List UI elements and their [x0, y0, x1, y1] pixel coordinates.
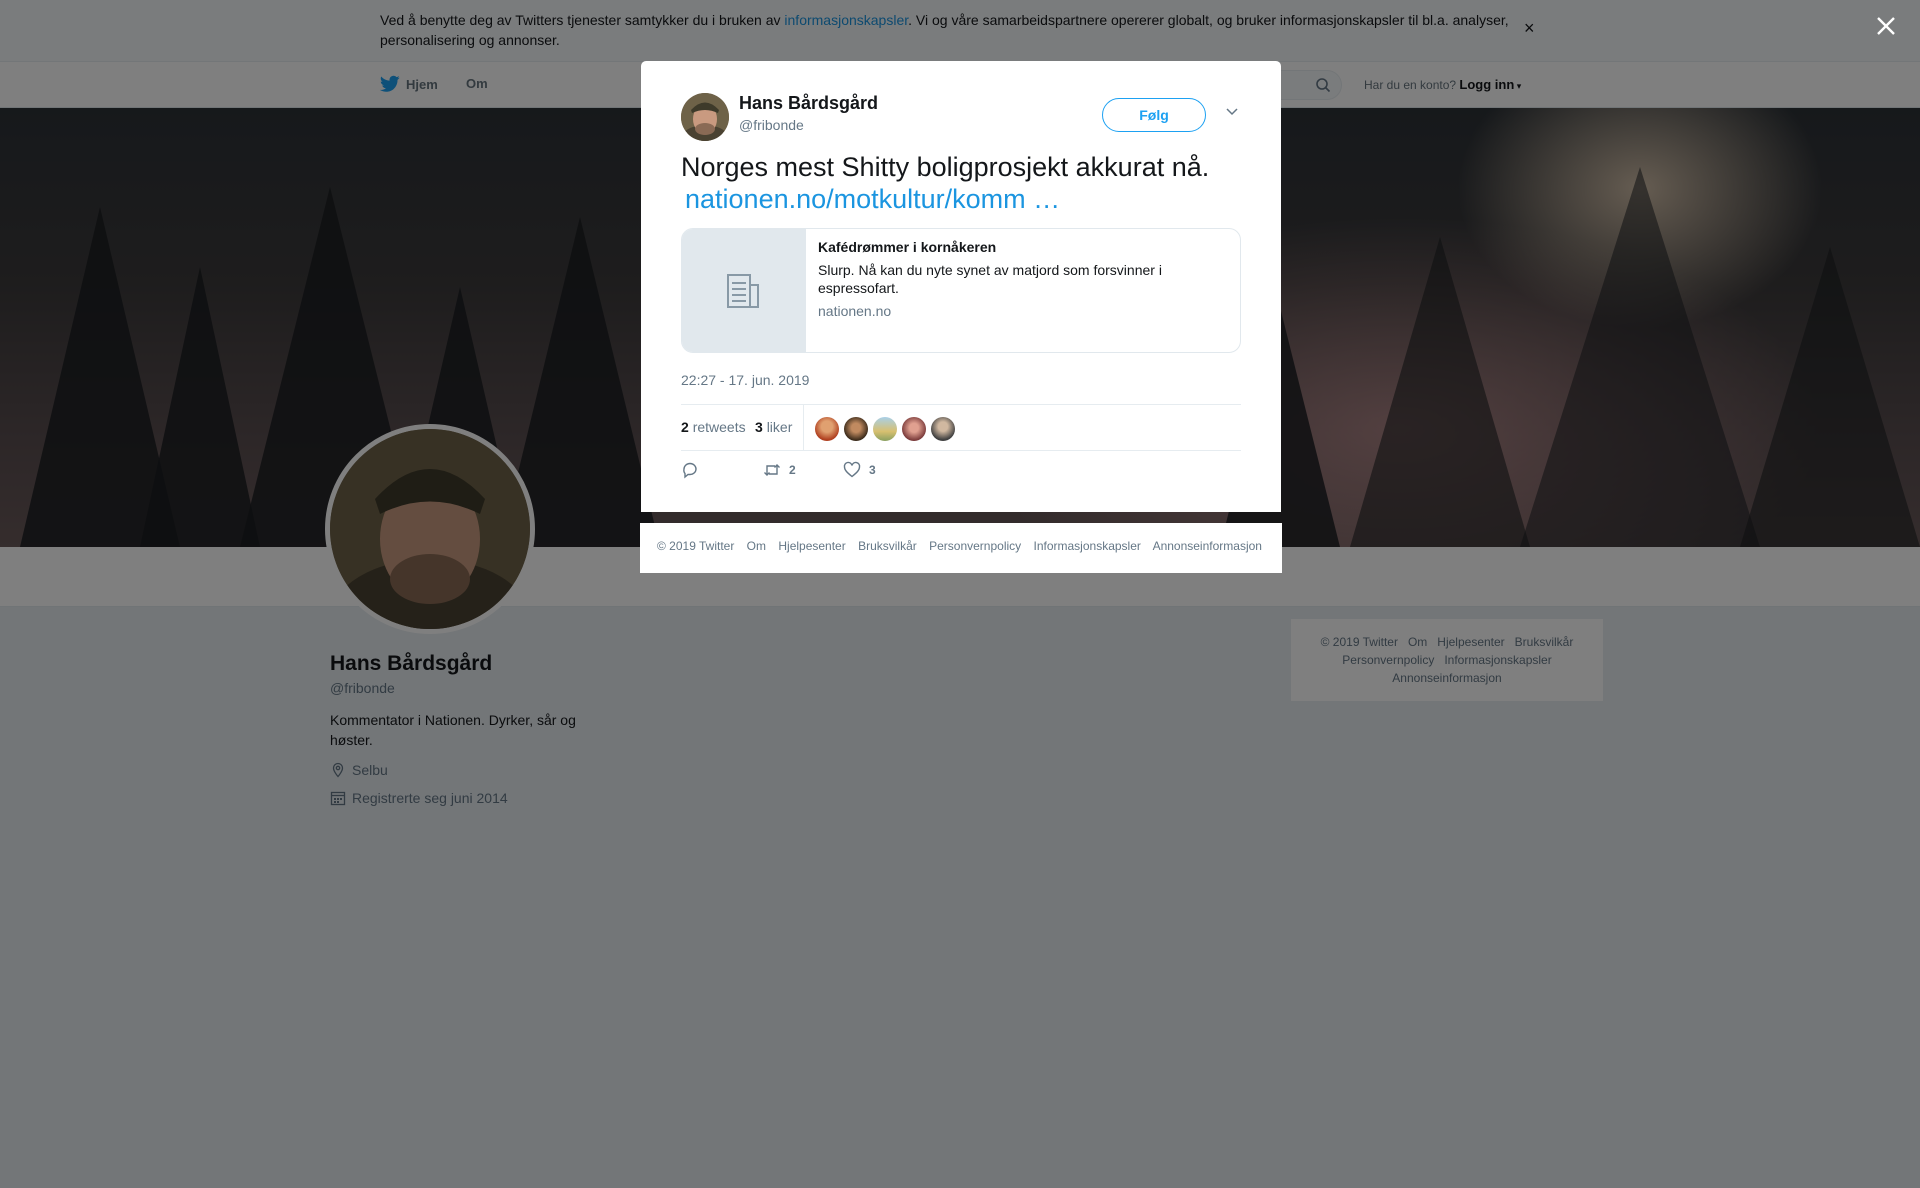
card-description: Slurp. Nå kan du nyte synet av matjord s… — [818, 262, 1162, 296]
modal-footer-copyright: © 2019 Twitter — [657, 539, 735, 553]
tweet-timestamp[interactable]: 22:27 - 17. jun. 2019 — [681, 372, 809, 388]
liker-avatar[interactable] — [931, 417, 955, 441]
retweet-action-count: 2 — [789, 463, 796, 477]
modal-footer-about-link[interactable]: Om — [747, 539, 766, 553]
tweet-author-name[interactable]: Hans Bårdsgård — [739, 93, 878, 114]
tweet-author-handle[interactable]: @fribonde — [739, 117, 804, 133]
close-icon[interactable] — [1874, 14, 1898, 38]
liker-avatar[interactable] — [815, 417, 839, 441]
modal-footer-ads-link[interactable]: Annonseinformasjon — [1153, 539, 1262, 553]
liker-avatar[interactable] — [902, 417, 926, 441]
modal-footer-terms-link[interactable]: Bruksvilkår — [858, 539, 917, 553]
retweets-stat[interactable]: 2 retweets — [681, 419, 746, 435]
article-icon — [727, 274, 759, 308]
liker-avatar[interactable] — [844, 417, 868, 441]
author-avatar-image — [681, 93, 729, 141]
chevron-down-icon[interactable] — [1225, 105, 1239, 119]
card-title: Kafédrømmer i kornåkeren — [818, 239, 997, 255]
retweet-button[interactable]: 2 — [763, 461, 796, 479]
tweet-link[interactable]: nationen.no/motkultur/komm … — [685, 184, 1060, 214]
reply-button[interactable] — [681, 461, 699, 479]
card-domain: nationen.no — [818, 303, 892, 319]
card-thumbnail — [682, 229, 806, 352]
likes-stat[interactable]: 3 liker — [755, 419, 792, 435]
follow-button[interactable]: Følg — [1102, 98, 1206, 132]
liker-avatar[interactable] — [873, 417, 897, 441]
modal-footer-privacy-link[interactable]: Personvernpolicy — [929, 539, 1021, 553]
retweets-label: retweets — [692, 419, 746, 435]
retweet-icon — [764, 464, 780, 476]
likes-count: 3 — [755, 419, 763, 435]
stats-divider — [803, 405, 804, 450]
like-action-count: 3 — [869, 463, 876, 477]
tweet-text-body: Norges mest Shitty boligprosjekt akkurat… — [681, 152, 1210, 182]
tweet-author-avatar[interactable] — [681, 93, 729, 141]
link-card[interactable]: Kafédrømmer i kornåkeren Slurp. Nå kan d… — [681, 228, 1241, 353]
heart-icon — [843, 461, 861, 478]
tweet-modal: Hans Bårdsgård @fribonde Følg Norges mes… — [641, 61, 1281, 512]
tweet-text: Norges mest Shitty boligprosjekt akkurat… — [681, 151, 1251, 215]
likes-label: liker — [766, 419, 793, 435]
reply-icon — [683, 462, 697, 479]
modal-footer-cookies-link[interactable]: Informasjonskapsler — [1034, 539, 1141, 553]
tweet-actions: 2 3 — [681, 461, 1241, 485]
modal-footer: © 2019 Twitter Om Hjelpesenter Bruksvilk… — [640, 523, 1282, 573]
retweets-count: 2 — [681, 419, 689, 435]
like-button[interactable]: 3 — [843, 461, 876, 479]
tweet-stats: 2 retweets 3 liker — [681, 404, 1241, 451]
modal-footer-help-link[interactable]: Hjelpesenter — [778, 539, 845, 553]
